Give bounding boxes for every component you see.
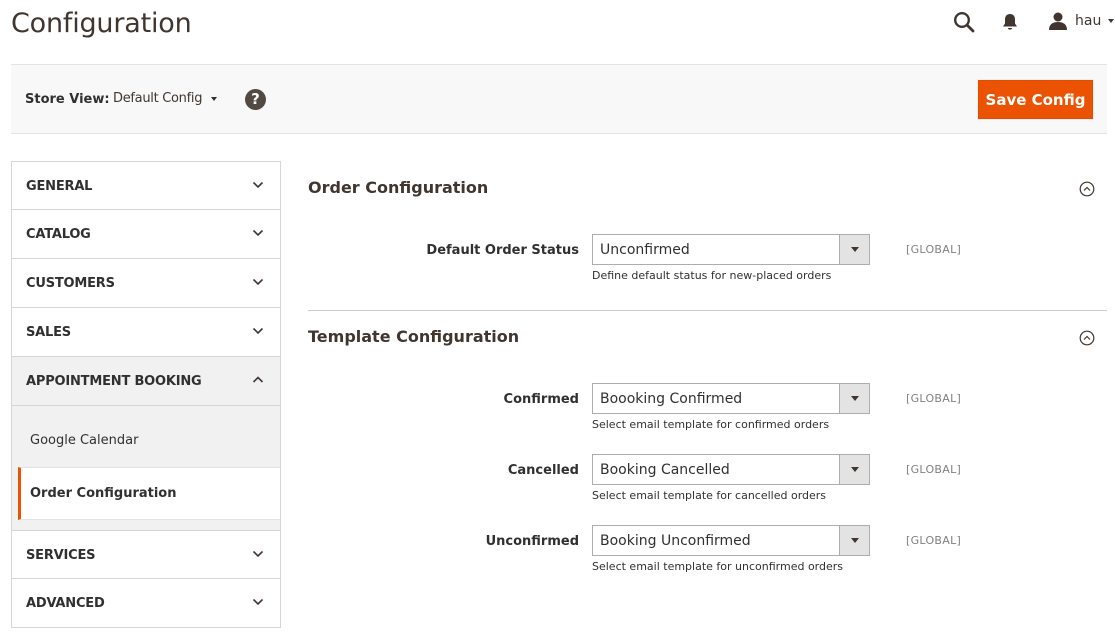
sidebar-subitem-label: Google Calendar [30,433,139,448]
chevron-down-icon [252,327,264,335]
store-view-value: Default Config [113,91,203,106]
sidebar-item-appointment-booking[interactable]: APPOINTMENT BOOKING [11,357,281,406]
page-title: Configuration [11,8,192,39]
field-label: Confirmed [503,392,579,407]
help-icon[interactable]: ? [245,89,266,110]
scope-badge: [GLOBAL] [906,243,962,256]
confirmed-template-select[interactable]: Boooking Confirmed [592,383,870,414]
store-view-label: Store View: [25,92,110,107]
unconfirmed-template-select[interactable]: Booking Unconfirmed [592,525,870,556]
scope-badge: [GLOBAL] [906,463,962,476]
search-icon[interactable] [953,11,975,33]
header-actions: hau [915,0,1115,44]
cancelled-template-select[interactable]: Booking Cancelled [592,454,870,485]
sidebar-subitem-order-configuration[interactable]: Order Configuration [18,467,280,520]
field-label: Cancelled [507,463,579,478]
user-menu[interactable]: hau [1048,10,1115,32]
scope-badge: [GLOBAL] [906,392,962,405]
sidebar-item-label: SALES [26,325,71,340]
sidebar-item-services[interactable]: SERVICES [11,530,281,579]
field-label: Unconfirmed [485,534,579,549]
sidebar-item-customers[interactable]: CUSTOMERS [11,259,281,308]
user-name: hau [1075,13,1102,29]
sidebar-item-label: CATALOG [26,227,91,242]
dropdown-arrow-icon [839,526,869,555]
field-note: Select email template for confirmed orde… [592,418,830,431]
field-cancelled-template: Cancelled Booking Cancelled Select email… [308,454,1107,525]
sidebar-item-general[interactable]: GENERAL [11,161,281,210]
chevron-down-icon [252,598,264,606]
user-icon [1049,12,1067,30]
default-order-status-select[interactable]: Unconfirmed [592,234,870,265]
dropdown-arrow-icon [839,235,869,264]
collapse-icon[interactable] [1079,181,1095,197]
collapse-icon[interactable] [1079,330,1095,346]
save-config-button[interactable]: Save Config [978,80,1093,119]
select-value: Booking Cancelled [600,462,730,478]
dropdown-arrow-icon [839,384,869,413]
chevron-down-icon [252,229,264,237]
chevron-down-icon [252,550,264,558]
chevron-down-icon [252,181,264,189]
field-confirmed-template: Confirmed Boooking Confirmed Select emai… [308,383,1107,454]
section-template-configuration-header[interactable]: Template Configuration [308,311,1107,361]
scope-badge: [GLOBAL] [906,534,962,547]
select-value: Unconfirmed [600,242,690,258]
field-note: Select email template for unconfirmed or… [592,560,844,573]
bell-icon[interactable] [1001,12,1019,32]
dropdown-arrow-icon [839,455,869,484]
select-value: Booking Unconfirmed [600,533,751,549]
section-title: Order Configuration [308,178,489,197]
sidebar-item-label: APPOINTMENT BOOKING [26,374,202,389]
sidebar-item-advanced[interactable]: ADVANCED [11,579,281,628]
sidebar-item-catalog[interactable]: CATALOG [11,210,281,259]
select-value: Boooking Confirmed [600,391,743,407]
chevron-down-icon [252,278,264,286]
sidebar-item-sales[interactable]: SALES [11,308,281,357]
chevron-up-icon [252,376,264,383]
store-view-bar: Store View: Default Config ? Save Config [11,64,1107,134]
section-order-configuration-header[interactable]: Order Configuration [308,161,1107,213]
field-note: Define default status for new-placed ord… [592,269,832,282]
config-sidebar: GENERAL CATALOG CUSTOMERS SALES APPOINTM… [11,161,281,628]
sidebar-item-label: ADVANCED [26,596,105,611]
field-default-order-status: Default Order Status Unconfirmed Define … [308,234,1107,305]
config-content: Order Configuration Default Order Status… [308,161,1107,596]
field-unconfirmed-template: Unconfirmed Booking Unconfirmed Select e… [308,525,1107,596]
submenu-spacer [12,520,280,530]
section-title: Template Configuration [308,327,520,346]
chevron-down-icon [211,96,218,101]
store-view-switcher[interactable]: Default Config [113,91,218,106]
field-note: Select email template for cancelled orde… [592,489,827,502]
field-label: Default Order Status [426,243,579,258]
sidebar-subitem-google-calendar[interactable]: Google Calendar [12,406,280,467]
sidebar-item-label: SERVICES [26,548,96,563]
sidebar-item-label: CUSTOMERS [26,276,115,291]
sidebar-submenu: Google Calendar Order Configuration [11,406,281,530]
sidebar-subitem-label: Order Configuration [30,486,177,501]
chevron-down-icon [1108,19,1115,23]
sidebar-item-label: GENERAL [26,179,93,194]
